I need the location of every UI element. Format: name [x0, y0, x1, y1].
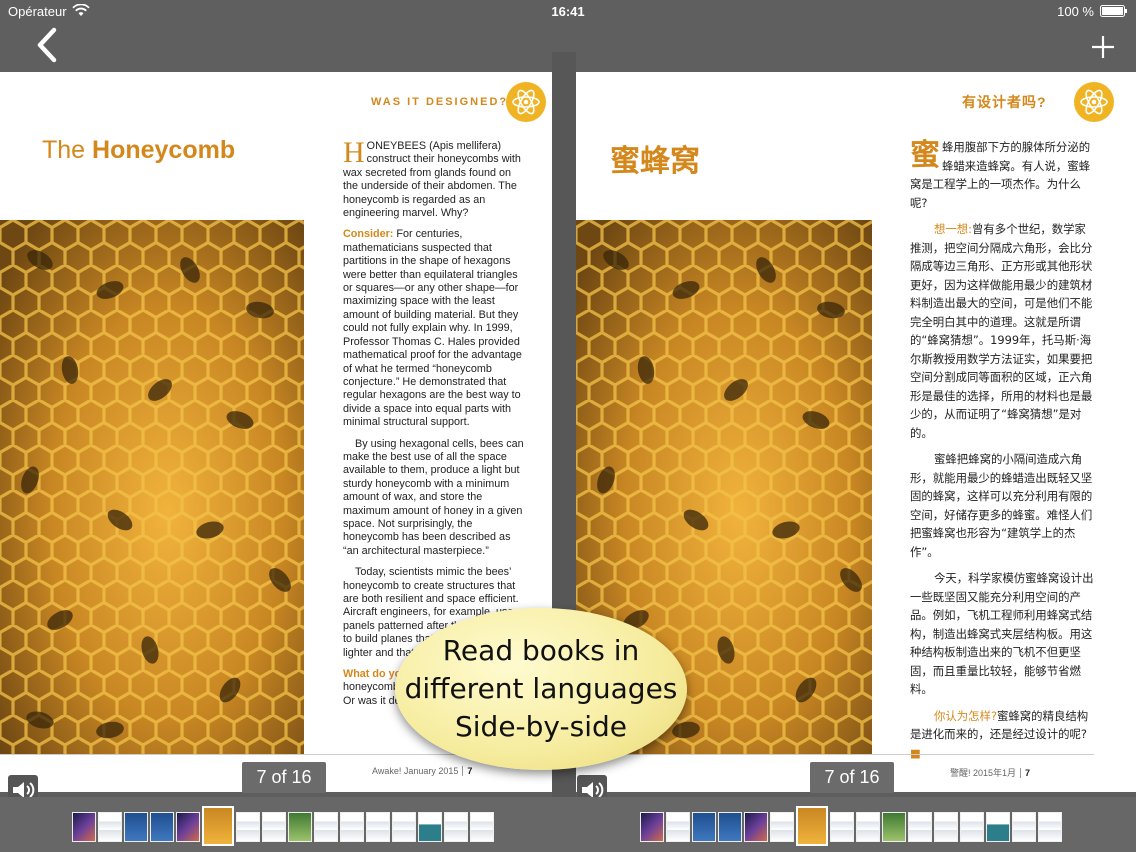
drop-cap: H	[343, 136, 365, 169]
page-thumbnail[interactable]	[1012, 812, 1036, 842]
page-thumbnail[interactable]	[744, 812, 768, 842]
callout-line: different languages	[404, 672, 678, 705]
think-label: 你认为怎样?	[934, 708, 997, 723]
page-thumbnail[interactable]	[392, 812, 416, 842]
page-thumbnail[interactable]	[72, 812, 96, 842]
footer-rule	[0, 754, 530, 755]
page-folio: Awake! January 2015 7	[372, 766, 473, 776]
article-body: 蜜蜂用腹部下方的腺体所分泌的蜂蜡来造蜂窝。有人说，蜜蜂窝是工程学上的一项杰作。为…	[910, 138, 1096, 770]
page-thumbnail[interactable]	[960, 812, 984, 842]
page-thumbnail[interactable]	[288, 812, 312, 842]
page-thumbnail[interactable]	[366, 812, 390, 842]
drop-cap: 蜜	[910, 138, 940, 173]
page-thumbnail[interactable]	[882, 812, 906, 842]
plus-icon	[1092, 36, 1114, 58]
page-folio: 警醒! 2015年1月 7	[950, 768, 1031, 778]
page-thumbnail[interactable]	[444, 812, 468, 842]
callout-line: Read books in	[442, 634, 640, 667]
chevron-left-icon	[37, 27, 57, 63]
article-paragraph: 蜜蜂把蜂窝的小隔间造成六角形，就能用最少的蜂蜡造出既轻又坚固的蜂窝，这样可以充分…	[910, 452, 1093, 559]
promo-callout: Read books in different languages Side-b…	[395, 608, 687, 770]
footer-rule	[576, 754, 1094, 755]
page-title: 蜜蜂窝	[610, 144, 700, 179]
page-thumbnail-selected[interactable]	[796, 806, 828, 846]
status-time: 16:41	[551, 4, 585, 19]
page-thumbnail[interactable]	[934, 812, 958, 842]
callout-line: Side-by-side	[455, 710, 627, 743]
thumbnail-strip-right	[640, 806, 1062, 846]
thumbnail-strip-left	[72, 806, 494, 846]
page-thumbnail[interactable]	[908, 812, 932, 842]
page-thumbnail[interactable]	[262, 812, 286, 842]
page-counter-right: 7 of 16	[810, 762, 894, 793]
consider-label: Consider:	[343, 228, 394, 241]
page-kicker: WAS IT DESIGNED?	[371, 96, 509, 108]
page-thumbnail[interactable]	[418, 812, 442, 842]
page-thumbnail[interactable]	[1038, 812, 1062, 842]
atom-badge-icon	[506, 82, 546, 122]
page-kicker: 有设计者吗?	[962, 94, 1047, 110]
page-title: The Honeycomb	[42, 136, 235, 165]
page-thumbnail[interactable]	[986, 812, 1010, 842]
article-paragraph: H ONEYBEES (Apis mellifera) construct the…	[343, 136, 521, 220]
article-paragraph: 蜜蜂用腹部下方的腺体所分泌的蜂蜡来造蜂窝。有人说，蜜蜂窝是工程学上的一项杰作。为…	[910, 138, 1091, 210]
battery-icon	[1100, 5, 1127, 17]
title-main: Honeycomb	[92, 136, 236, 164]
page-thumbnail[interactable]	[98, 812, 122, 842]
page-thumbnail[interactable]	[770, 812, 794, 842]
page-thumbnail[interactable]	[830, 812, 854, 842]
article-paragraph: Consider: For centuries, mathematicians …	[343, 228, 522, 429]
honeycomb-photo	[0, 220, 304, 754]
add-button[interactable]	[1086, 30, 1120, 64]
page-thumbnail[interactable]	[666, 812, 690, 842]
page-thumbnail[interactable]	[124, 812, 148, 842]
page-thumbnail[interactable]	[718, 812, 742, 842]
atom-badge-icon	[1074, 82, 1114, 122]
page-thumbnail[interactable]	[150, 812, 174, 842]
title-prefix: The	[42, 136, 93, 164]
page-thumbnail-selected[interactable]	[202, 806, 234, 846]
page-thumbnail[interactable]	[692, 812, 716, 842]
page-thumbnail[interactable]	[236, 812, 260, 842]
article-paragraph: 今天，科学家模仿蜜蜂窝设计出一些既坚固又能充分利用空间的产品。例如，飞机工程师利…	[910, 571, 1094, 696]
article-paragraph: 想一想:曾有多个世纪，数学家推测，把空间分隔成六角形，会比分隔成等边三角形、正方…	[910, 222, 1093, 440]
battery-percentage: 100 %	[1057, 4, 1094, 19]
page-thumbnail[interactable]	[314, 812, 338, 842]
page-thumbnail[interactable]	[640, 812, 664, 842]
consider-label: 想一想:	[934, 222, 973, 236]
page-thumbnail[interactable]	[340, 812, 364, 842]
page-thumbnail[interactable]	[176, 812, 200, 842]
back-button[interactable]	[28, 26, 68, 66]
page-thumbnail[interactable]	[470, 812, 494, 842]
page-counter-left: 7 of 16	[242, 762, 326, 793]
article-paragraph: By using hexagonal cells, bees can make …	[343, 437, 524, 557]
page-thumbnail[interactable]	[856, 812, 880, 842]
